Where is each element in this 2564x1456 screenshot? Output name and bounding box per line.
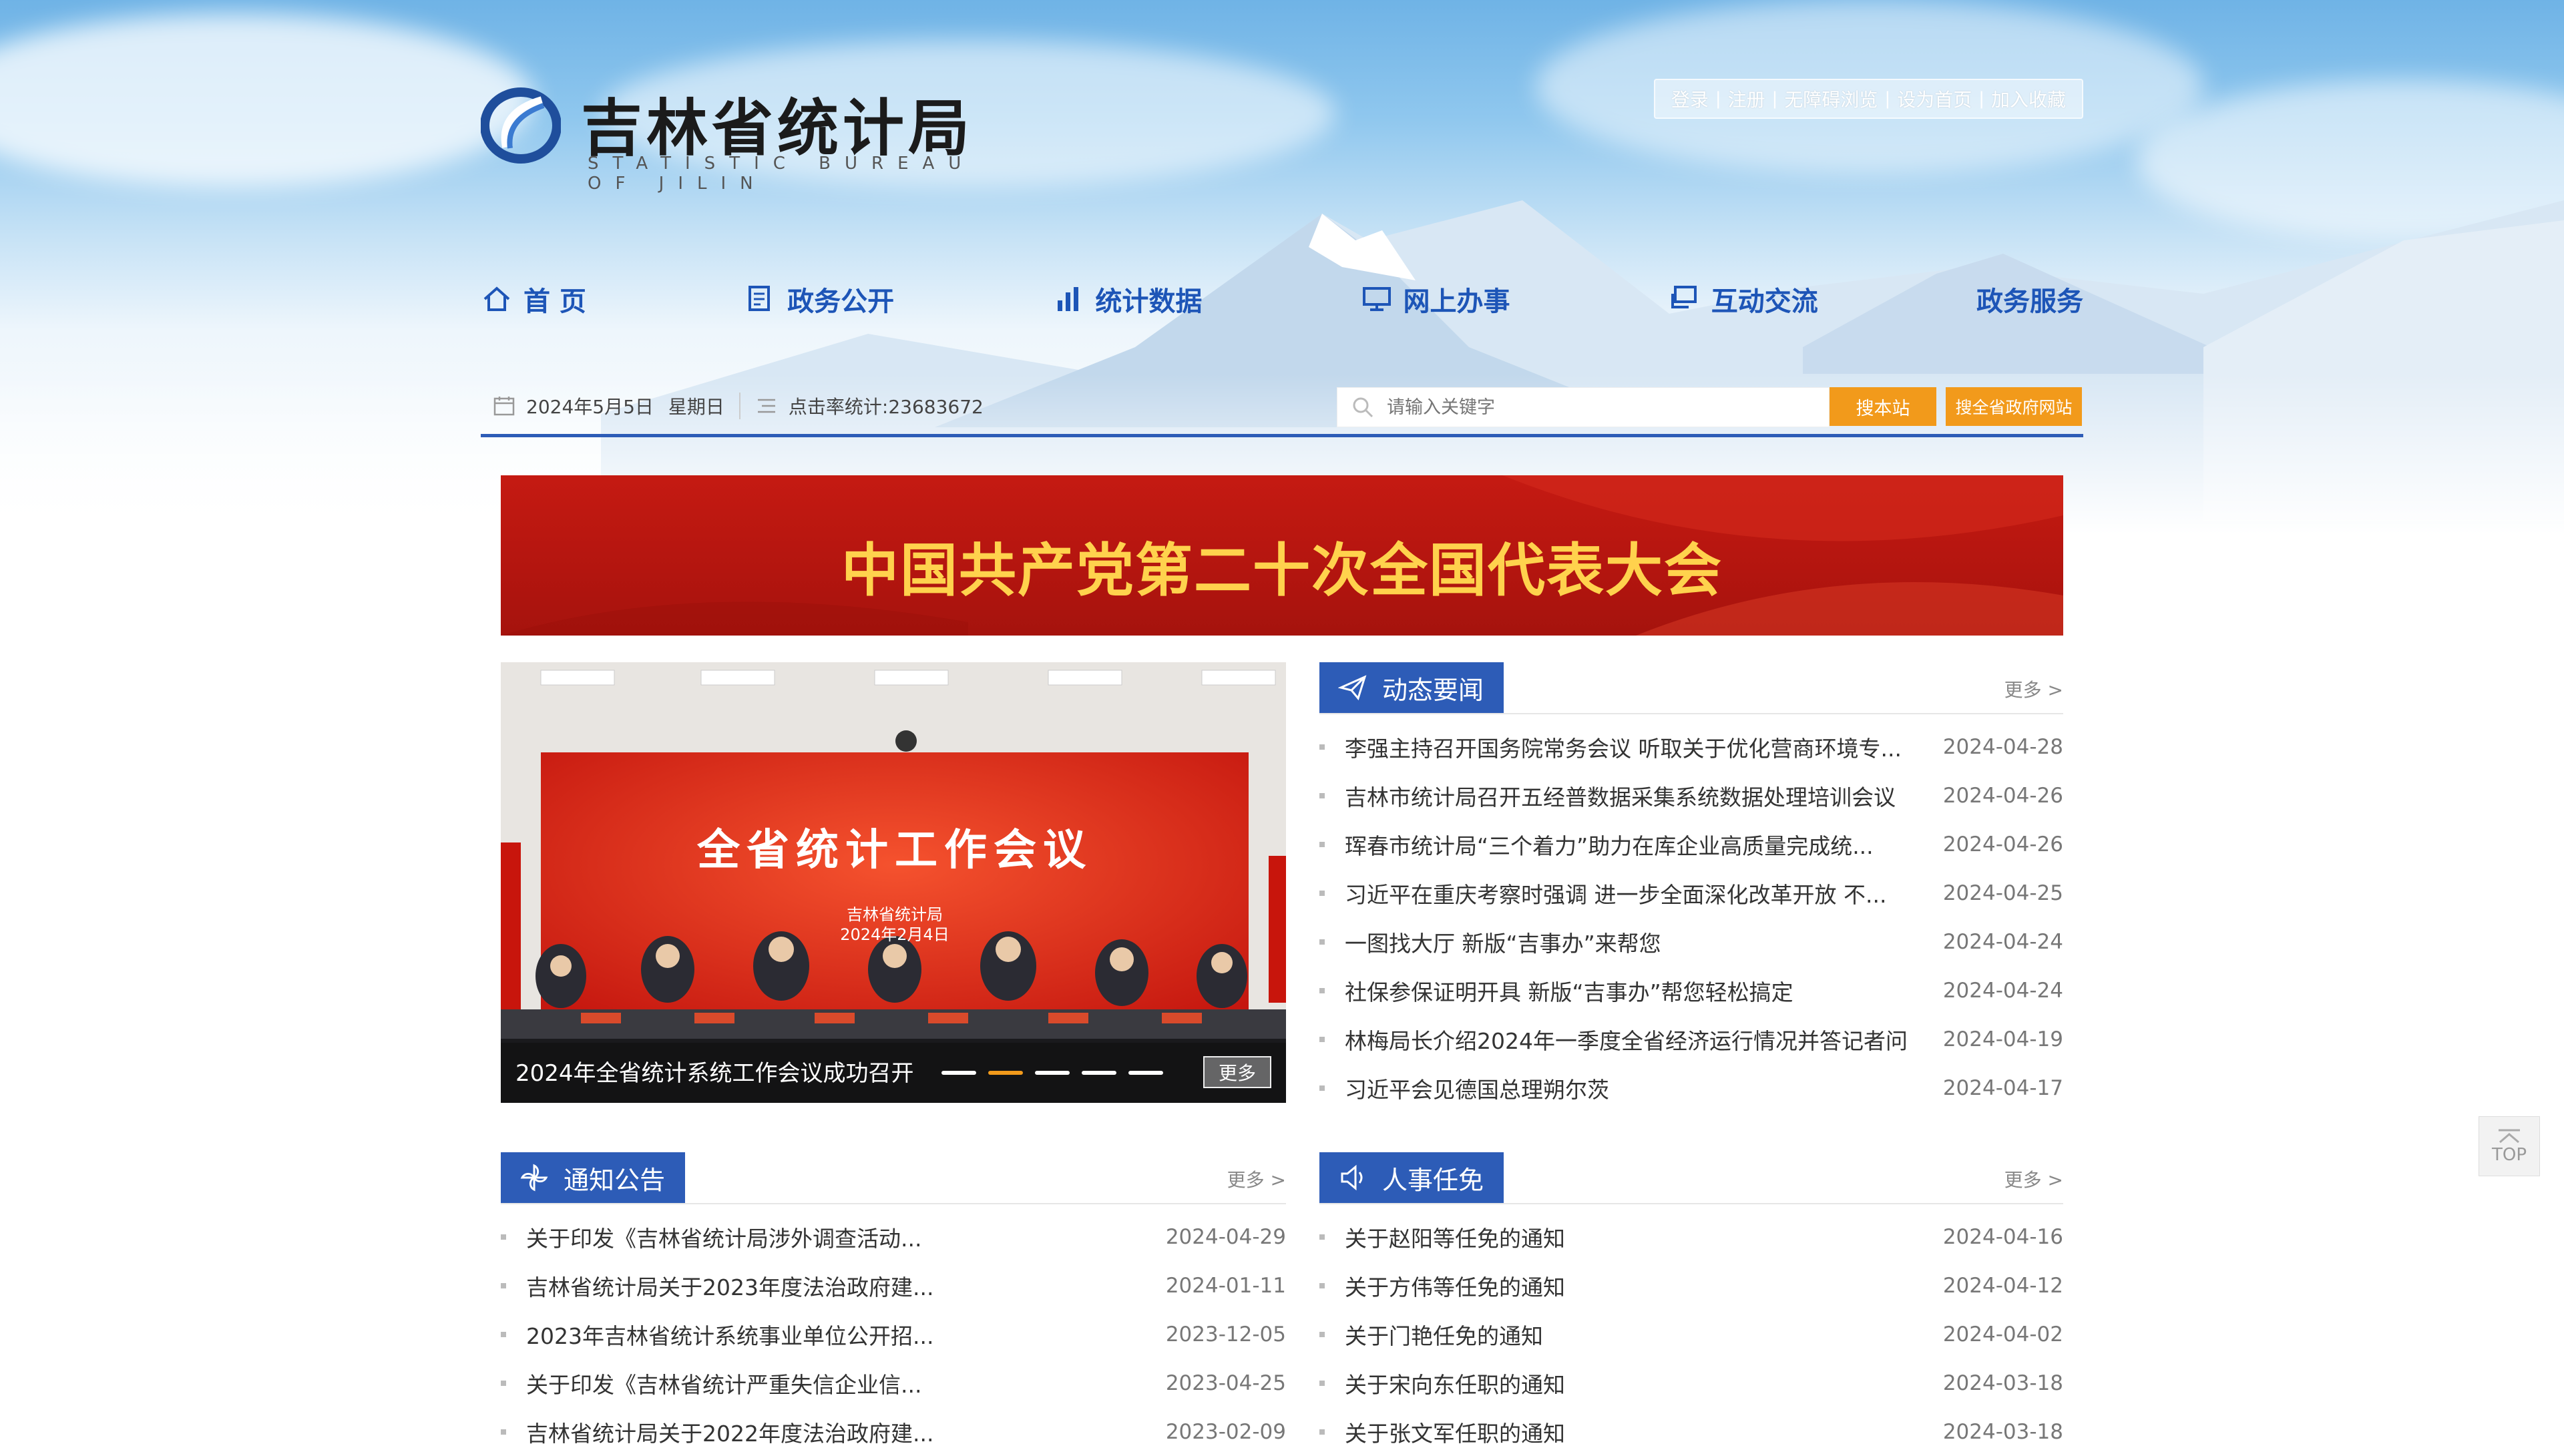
list-item[interactable]: 关于印发《吉林省统计局涉外调查活动... 2024-04-29	[501, 1212, 1286, 1261]
nav-item-gov-services[interactable]: 政务服务	[1976, 279, 2083, 319]
personnel-list: 关于赵阳等任免的通知 2024-04-16 关于方伟等任免的通知 2024-04-1…	[1319, 1212, 2063, 1456]
search-input[interactable]	[1385, 396, 1789, 419]
banner-title: 中国共产党第二十次全国代表大会	[841, 537, 1723, 604]
notice-panel-tab[interactable]: 通知公告	[501, 1152, 686, 1203]
nav-item-statistics[interactable]: 统计数据	[1052, 279, 1202, 319]
bookmark-link[interactable]: 加入收藏	[1984, 85, 2073, 112]
notice-panel: 通知公告 更多 > 关于印发《吉林省统计局涉外调查活动... 2024-04-29…	[501, 1152, 1286, 1456]
divider	[738, 393, 740, 419]
list-item[interactable]: 关于宋向东任职的通知 2024-03-18	[1319, 1359, 2063, 1407]
accessibility-link[interactable]: 无障碍浏览	[1777, 85, 1884, 112]
notice-panel-title: 通知公告	[564, 1165, 666, 1195]
personnel-panel-tab[interactable]: 人事任免	[1319, 1152, 1504, 1203]
pinwheel-icon	[520, 1164, 548, 1192]
login-link[interactable]: 登录	[1665, 85, 1715, 112]
personnel-panel-title: 人事任免	[1382, 1165, 1484, 1195]
list-item[interactable]: 习近平会见德国总理朔尔茨 2024-04-17	[1319, 1063, 2063, 1112]
notice-more-link[interactable]: 更多 >	[1227, 1166, 1286, 1192]
news-panel: 动态要闻 更多 > 李强主持召开国务院常务会议 听取关于优化营商环境专... 20…	[1319, 662, 2063, 1112]
news-panel-title: 动态要闻	[1382, 675, 1484, 705]
slide-screen-date: 2024年2月4日	[840, 925, 949, 944]
mountains-illustration	[0, 200, 2564, 534]
notice-list: 关于印发《吉林省统计局涉外调查活动... 2024-04-29 吉林省统计局关于2…	[501, 1212, 1286, 1456]
nav-item-gov-affairs[interactable]: 政务公开	[744, 279, 894, 319]
speaker-icon	[1341, 1164, 1363, 1191]
list-item[interactable]: 习近平在重庆考察时强调 进一步全面深化改革开放 不... 2024-04-25	[1319, 869, 2063, 917]
slider-dot[interactable]	[941, 1071, 976, 1075]
current-weekday: 星期日	[668, 396, 724, 418]
chat-icon	[1671, 286, 1697, 308]
list-item[interactable]: 吉林省统计局关于2023年度法治政府建... 2024-01-11	[501, 1261, 1286, 1310]
slider-dot-active[interactable]	[988, 1071, 1023, 1075]
back-to-top-button[interactable]: TOP	[2479, 1116, 2540, 1176]
slide-caption[interactable]: 2024年全省统计系统工作会议成功召开	[515, 1055, 914, 1087]
calendar-icon	[493, 397, 515, 416]
list-item[interactable]: 关于方伟等任免的通知 2024-04-12	[1319, 1261, 2063, 1310]
chevron-up-icon	[2499, 1129, 2520, 1144]
logo-subtitle: STATISTIC BUREAU OF JILIN	[588, 154, 976, 194]
hit-counter: 点击率统计:23683672	[788, 396, 984, 418]
monitor-icon	[1362, 287, 1391, 311]
nav-label: 统计数据	[1095, 286, 1203, 317]
list-item[interactable]: 关于张文军任职的通知 2024-03-18	[1319, 1407, 2063, 1456]
personnel-more-link[interactable]: 更多 >	[2004, 1166, 2063, 1192]
list-item[interactable]: 一图找大厅 新版“吉事办”来帮您 2024-04-24	[1319, 917, 2063, 966]
nav-label: 政务服务	[1976, 286, 2083, 317]
search-icon	[1353, 397, 1373, 418]
slider-dot[interactable]	[1128, 1071, 1163, 1075]
bar-chart-icon	[1058, 287, 1079, 311]
info-search-bar: 2024年5月5日 星期日 点击率统计:23683672 搜本站 搜全省政府网站	[481, 378, 2083, 437]
nav-label: 网上办事	[1403, 286, 1510, 317]
list-item[interactable]: 关于印发《吉林省统计严重失信企业信... 2023-04-25	[501, 1359, 1286, 1407]
slide-more-button[interactable]: 更多	[1203, 1056, 1271, 1088]
list-item[interactable]: 吉林省统计局关于2022年度法治政府建... 2023-02-09	[501, 1407, 1286, 1456]
list-item[interactable]: 关于赵阳等任免的通知 2024-04-16	[1319, 1212, 2063, 1261]
logo-emblem-icon	[481, 87, 561, 164]
slider-dot[interactable]	[1082, 1071, 1116, 1075]
header-background	[0, 0, 2564, 534]
back-to-top-label: TOP	[2491, 1145, 2527, 1165]
list-item[interactable]: 林梅局长介绍2024年一季度全省经济运行情况并答记者问 2024-04-19	[1319, 1015, 2063, 1063]
slider-dot[interactable]	[1035, 1071, 1070, 1075]
document-icon	[749, 286, 771, 311]
nav-label: 互动交流	[1711, 286, 1818, 317]
nav-label: 政务公开	[787, 286, 895, 317]
site-logo[interactable]: 吉林省统计局 STATISTIC BUREAU OF JILIN	[481, 79, 1002, 194]
search-gov-button[interactable]: 搜全省政府网站	[1946, 387, 2082, 426]
slider-dots	[941, 1071, 1175, 1075]
photo-slider[interactable]: 全省统计工作会议 吉林省统计局 2024年2月4日 2024年全省统计系统工作会…	[501, 662, 1286, 1103]
top-links-bar: 登录 | 注册 | 无障碍浏览 | 设为首页 | 加入收藏	[1653, 79, 2083, 119]
main-nav: 首 页 政务公开 统计数据 网上办事 互动交流 政务服务	[481, 279, 2083, 319]
current-date: 2024年5月5日	[526, 396, 654, 418]
list-item[interactable]: 珲春市统计局“三个着力”助力在库企业高质量完成统... 2024-04-26	[1319, 820, 2063, 869]
set-homepage-link[interactable]: 设为首页	[1890, 85, 1978, 112]
home-icon	[483, 286, 510, 311]
list-item[interactable]: 关于门艳任免的通知 2024-04-02	[1319, 1310, 2063, 1359]
slide-screen-title: 全省统计工作会议	[697, 825, 1092, 875]
news-list: 李强主持召开国务院常务会议 听取关于优化营商环境专... 2024-04-28 吉…	[1319, 722, 2063, 1112]
paper-plane-icon	[1338, 675, 1367, 701]
nav-item-home[interactable]: 首 页	[481, 279, 586, 319]
list-item[interactable]: 吉林市统计局召开五经普数据采集系统数据处理培训会议 2024-04-26	[1319, 771, 2063, 820]
personnel-panel: 人事任免 更多 > 关于赵阳等任免的通知 2024-04-16 关于方伟等任免的通…	[1319, 1152, 2063, 1456]
register-link[interactable]: 注册	[1721, 85, 1772, 112]
news-panel-tab[interactable]: 动态要闻	[1319, 662, 1504, 713]
nav-item-online-service[interactable]: 网上办事	[1361, 279, 1510, 319]
party-congress-banner[interactable]: 中国共产党第二十次全国代表大会	[501, 475, 2063, 636]
search-box	[1337, 387, 1830, 427]
search-site-button[interactable]: 搜本站	[1830, 387, 1936, 426]
nav-item-interaction[interactable]: 互动交流	[1669, 279, 1818, 319]
list-item[interactable]: 李强主持召开国务院常务会议 听取关于优化营商环境专... 2024-04-28	[1319, 722, 2063, 771]
news-more-link[interactable]: 更多 >	[2004, 676, 2063, 702]
list-icon	[757, 399, 775, 413]
slide-photo	[501, 662, 1286, 1103]
list-item[interactable]: 社保参保证明开具 新版“吉事办”帮您轻松搞定 2024-04-24	[1319, 966, 2063, 1015]
nav-label: 首 页	[523, 286, 586, 317]
list-item[interactable]: 2023年吉林省统计系统事业单位公开招... 2023-12-05	[501, 1310, 1286, 1359]
